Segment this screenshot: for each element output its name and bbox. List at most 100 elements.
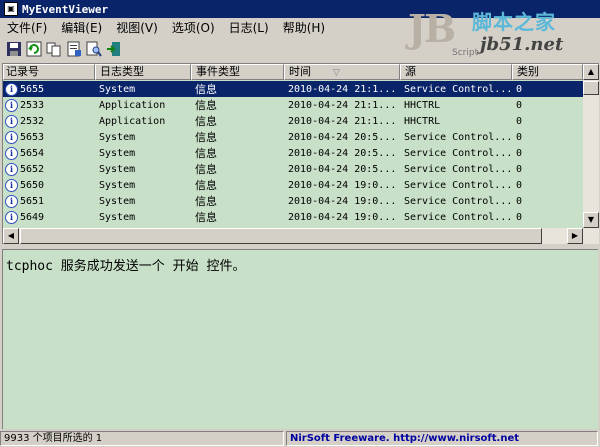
list-horizontal-scrollbar[interactable]: ◀ ▶	[3, 228, 599, 244]
menu-options[interactable]: 选项(O)	[165, 19, 222, 36]
col-log-type[interactable]: 日志类型	[95, 64, 191, 80]
col-category[interactable]: 类别	[512, 64, 583, 80]
event-type: 信息	[195, 99, 217, 112]
event-category: 0	[516, 211, 523, 223]
record-number: i 2533	[3, 98, 95, 112]
event-source: Service Control...	[404, 83, 512, 95]
event-category: 0	[516, 115, 523, 127]
col-event-type[interactable]: 事件类型	[191, 64, 284, 80]
event-time: 2010-04-24 20:5...	[288, 147, 397, 159]
properties-icon[interactable]	[66, 41, 82, 57]
event-time: 2010-04-24 19:0...	[288, 179, 397, 191]
log-type: Application	[99, 115, 166, 127]
table-row[interactable]: i 5652 System 信息 2010-04-24 20:5... Service C…	[3, 161, 583, 177]
log-type: System	[99, 147, 136, 159]
record-number: i 5655	[3, 82, 95, 96]
menu-edit[interactable]: 编辑(E)	[54, 19, 109, 36]
menu-log[interactable]: 日志(L)	[222, 19, 276, 36]
event-category: 0	[516, 131, 523, 143]
scroll-up-button[interactable]: ▲	[583, 64, 599, 80]
event-category: 0	[516, 83, 523, 95]
table-row[interactable]: i 5650 System 信息 2010-04-24 19:0... Service C…	[3, 177, 583, 193]
copy-icon[interactable]	[46, 41, 62, 57]
record-number: i 5650	[3, 178, 95, 192]
event-source: Service Control...	[404, 195, 512, 207]
table-row[interactable]: i 5649 System 信息 2010-04-24 19:0... Service C…	[3, 209, 583, 225]
log-type: System	[99, 83, 136, 95]
record-number-text: 5655	[20, 83, 45, 95]
event-type: 信息	[195, 131, 217, 144]
col-time[interactable]: 时间 ▽	[284, 64, 400, 80]
info-icon: i	[5, 162, 18, 176]
event-time: 2010-04-24 21:1...	[288, 83, 397, 95]
event-type: 信息	[195, 179, 217, 192]
table-row[interactable]: i 2533 Application 信息 2010-04-24 21:1... HHCT…	[3, 97, 583, 113]
refresh-icon[interactable]	[26, 41, 42, 57]
record-number-text: 5653	[20, 131, 45, 143]
info-icon: i	[5, 130, 18, 144]
col-source[interactable]: 源	[400, 64, 512, 80]
list-vertical-scrollbar[interactable]: ▲ ▼	[583, 64, 599, 228]
record-number-text: 5654	[20, 147, 45, 159]
menu-bar: 文件(F) 编辑(E) 视图(V) 选项(O) 日志(L) 帮助(H)	[0, 18, 600, 36]
event-detail-pane[interactable]: tcphoc 服务成功发送一个 开始 控件。	[2, 249, 598, 429]
event-source: Service Control...	[404, 147, 512, 159]
save-icon[interactable]	[6, 41, 22, 57]
find-icon[interactable]	[86, 41, 102, 57]
event-type: 信息	[195, 147, 217, 160]
status-credit-link[interactable]: NirSoft Freeware. http://www.nirsoft.net	[286, 431, 598, 446]
table-row[interactable]: i 5654 System 信息 2010-04-24 20:5... Service C…	[3, 145, 583, 161]
event-category: 0	[516, 163, 523, 175]
record-number: i 5649	[3, 210, 95, 224]
event-source: HHCTRL	[404, 115, 441, 127]
scroll-left-button[interactable]: ◀	[3, 228, 19, 244]
event-detail-text: tcphoc 服务成功发送一个 开始 控件。	[6, 259, 246, 274]
status-bar: 9933 个项目所选的 1 NirSoft Freeware. http://w…	[0, 430, 600, 447]
info-icon: i	[5, 178, 18, 192]
list-header: 记录号 日志类型 事件类型 时间 ▽ 源 类别	[3, 64, 583, 80]
menu-file[interactable]: 文件(F)	[0, 19, 54, 36]
app-icon: ▣	[4, 2, 18, 16]
table-row[interactable]: i 2532 Application 信息 2010-04-24 21:1... HHCT…	[3, 113, 583, 129]
event-type: 信息	[195, 83, 217, 96]
menu-view[interactable]: 视图(V)	[109, 19, 165, 36]
event-category: 0	[516, 99, 523, 111]
exit-icon[interactable]	[106, 41, 122, 57]
sort-desc-icon: ▽	[333, 68, 340, 78]
table-row[interactable]: i 5653 System 信息 2010-04-24 20:5... Service C…	[3, 129, 583, 145]
event-source: HHCTRL	[404, 99, 441, 111]
info-icon: i	[5, 98, 18, 112]
event-time: 2010-04-24 19:0...	[288, 195, 397, 207]
info-icon: i	[5, 194, 18, 208]
event-list[interactable]: 记录号 日志类型 事件类型 时间 ▽ 源 类别 i 5655 System 信息 2010…	[2, 63, 599, 244]
table-row[interactable]: i 5651 System 信息 2010-04-24 19:0... Service C…	[3, 193, 583, 209]
event-category: 0	[516, 147, 523, 159]
event-source: Service Control...	[404, 179, 512, 191]
record-number-text: 5650	[20, 179, 45, 191]
event-time: 2010-04-24 20:5...	[288, 131, 397, 143]
log-type: System	[99, 179, 136, 191]
record-number: i 5654	[3, 146, 95, 160]
event-type: 信息	[195, 163, 217, 176]
table-row[interactable]: i 5655 System 信息 2010-04-24 21:1... Service C…	[3, 81, 583, 97]
record-number-text: 5651	[20, 195, 45, 207]
record-number-text: 5652	[20, 163, 45, 175]
vertical-scroll-thumb[interactable]	[583, 81, 599, 95]
scroll-right-button[interactable]: ▶	[567, 228, 583, 244]
col-record-no[interactable]: 记录号	[3, 64, 95, 80]
horizontal-scroll-thumb[interactable]	[20, 228, 542, 244]
event-source: Service Control...	[404, 211, 512, 223]
status-count: 9933 个项目所选的 1	[0, 431, 284, 446]
log-type: System	[99, 195, 136, 207]
record-number: i 5653	[3, 130, 95, 144]
menu-help[interactable]: 帮助(H)	[276, 19, 332, 36]
scroll-down-button[interactable]: ▼	[583, 212, 599, 228]
list-rows: i 5655 System 信息 2010-04-24 21:1... Service C…	[3, 81, 583, 225]
log-type: System	[99, 211, 136, 223]
event-category: 0	[516, 195, 523, 207]
event-time: 2010-04-24 21:1...	[288, 115, 397, 127]
info-icon: i	[5, 82, 18, 96]
event-type: 信息	[195, 195, 217, 208]
toolbar	[0, 37, 600, 61]
event-category: 0	[516, 179, 523, 191]
